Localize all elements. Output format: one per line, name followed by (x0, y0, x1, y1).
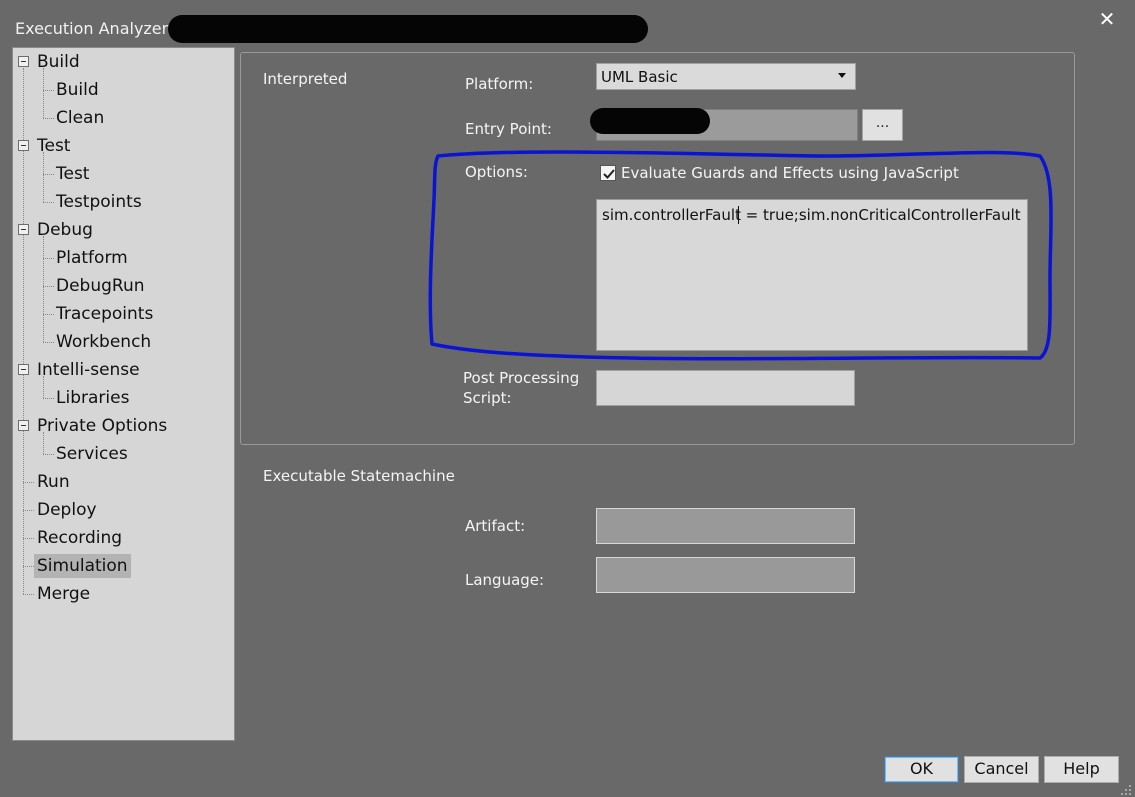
tree-item-simulation[interactable]: Simulation (34, 554, 131, 578)
tree-connector (43, 118, 54, 119)
title-bar: Execution Analyzer: ✕ (0, 0, 1135, 44)
tree-item-debugrun[interactable]: DebugRun (56, 274, 145, 298)
tree-connector (43, 202, 54, 203)
collapse-icon[interactable] (18, 224, 29, 235)
collapse-icon[interactable] (18, 364, 29, 375)
window-title: Execution Analyzer: (15, 19, 174, 38)
tree-connector (43, 68, 44, 118)
tree-item-build[interactable]: Build (56, 78, 99, 102)
artifact-field[interactable] (596, 508, 855, 544)
tree-item-testpoints[interactable]: Testpoints (56, 190, 142, 214)
collapse-icon[interactable] (18, 140, 29, 151)
script-text: sim.controllerFault = true;sim.nonCritic… (602, 206, 1028, 224)
ok-button[interactable]: OK (884, 756, 959, 783)
chevron-down-icon (838, 73, 846, 78)
collapse-icon[interactable] (18, 56, 29, 67)
tree-connector (43, 342, 54, 343)
tree-item-recording[interactable]: Recording (37, 526, 122, 550)
tree-connector (23, 594, 34, 595)
artifact-label: Artifact: (465, 517, 526, 535)
tree-item-test[interactable]: Test (56, 162, 89, 186)
evaluate-javascript-checkbox[interactable] (600, 165, 616, 181)
tree-connector (43, 286, 54, 287)
tree-item-deploy[interactable]: Deploy (37, 498, 97, 522)
entry-point-label: Entry Point: (465, 120, 552, 138)
platform-label: Platform: (465, 75, 534, 93)
evaluate-javascript-label[interactable]: Evaluate Guards and Effects using JavaSc… (621, 164, 959, 182)
post-processing-script-field[interactable] (596, 370, 855, 406)
tree-item-platform[interactable]: Platform (56, 246, 128, 270)
tree-connector (23, 566, 34, 567)
cancel-button[interactable]: Cancel (964, 756, 1039, 783)
tree-connector (23, 538, 34, 539)
collapse-icon[interactable] (18, 420, 29, 431)
interpreted-section-label: Interpreted (263, 70, 348, 88)
tree-connector (43, 90, 54, 91)
tree-item-tracepoints[interactable]: Tracepoints (56, 302, 153, 326)
tree-connector (43, 174, 54, 175)
tree-connector (43, 376, 44, 398)
checkmark-icon (603, 169, 615, 179)
tree-item-debug[interactable]: Debug (37, 218, 93, 242)
redaction-mark (168, 15, 648, 43)
language-label: Language: (465, 571, 545, 589)
tree-item-intelli-sense[interactable]: Intelli-sense (37, 358, 140, 382)
script-textarea[interactable]: sim.controllerFault = true;sim.nonCritic… (596, 199, 1028, 351)
tree-item-clean[interactable]: Clean (56, 106, 104, 130)
tree-item-workbench[interactable]: Workbench (56, 330, 151, 354)
executable-section-label: Executable Statemachine (263, 467, 455, 485)
tree-connector (43, 432, 44, 454)
redaction-mark (590, 108, 710, 134)
post-processing-label-line1: Post Processing (463, 369, 580, 387)
platform-dropdown[interactable]: UML Basic (596, 63, 856, 90)
post-processing-label-line2: Script: (463, 389, 512, 407)
tree-item-services[interactable]: Services (56, 442, 128, 466)
platform-dropdown-value: UML Basic (601, 68, 678, 86)
tree-connector (43, 236, 44, 342)
options-tree[interactable]: Build Build Clean Test Test Testpoints Debug Pl… (12, 47, 235, 741)
tree-item-libraries[interactable]: Libraries (56, 386, 129, 410)
tree-connector (43, 258, 54, 259)
tree-connector (43, 314, 54, 315)
resize-grip-icon[interactable] (1120, 784, 1132, 796)
tree-item-run[interactable]: Run (37, 470, 70, 494)
tree-item-private-options[interactable]: Private Options (37, 414, 167, 438)
entry-point-browse-button[interactable]: ... (862, 109, 903, 141)
close-button[interactable]: ✕ (1094, 6, 1120, 32)
help-button[interactable]: Help (1044, 756, 1119, 783)
tree-connector (23, 482, 34, 483)
tree-connector (43, 398, 54, 399)
tree-connector (43, 152, 44, 202)
text-caret (738, 206, 739, 224)
options-label: Options: (465, 163, 528, 181)
language-field[interactable] (596, 557, 855, 593)
tree-connector (23, 510, 34, 511)
tree-connector (43, 454, 54, 455)
tree-item-merge[interactable]: Merge (37, 582, 90, 606)
